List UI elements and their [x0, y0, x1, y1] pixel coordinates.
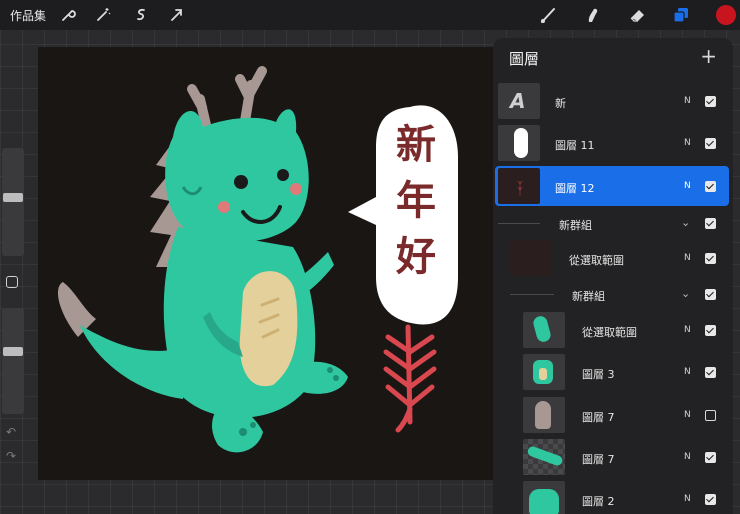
- blend-mode[interactable]: N: [684, 410, 691, 420]
- layer-name: 從選取範圍: [582, 326, 637, 339]
- wrench-icon[interactable]: [58, 5, 78, 25]
- eraser-icon[interactable]: [627, 5, 647, 25]
- modify-button[interactable]: [6, 276, 18, 288]
- layer-thumbnail: [498, 125, 540, 161]
- visibility-checkbox[interactable]: [705, 494, 716, 505]
- undo-icon[interactable]: ↶: [6, 425, 16, 439]
- firecracker: [383, 324, 437, 433]
- greeting-char-3: 好: [396, 234, 436, 280]
- group-name: 新群組: [572, 290, 605, 303]
- layer-group-row[interactable]: 新群組 ⌄: [493, 281, 733, 309]
- dragon-tail-tip: [58, 282, 96, 337]
- layers-panel-title: 圖層: [509, 50, 540, 68]
- dragon-eye-right: [277, 169, 289, 181]
- transform-arrow-icon[interactable]: [167, 5, 187, 25]
- layer-thumbnail: [523, 481, 565, 514]
- layer-name: 圖層 7: [582, 453, 615, 466]
- magic-wand-icon[interactable]: [93, 5, 113, 25]
- visibility-checkbox[interactable]: [705, 289, 716, 300]
- layer-row[interactable]: 圖層 2 N: [493, 480, 733, 514]
- layer-name: 從選取範圍: [569, 254, 624, 267]
- dragon-antlers: [187, 66, 267, 130]
- layer-row[interactable]: 圖層 7 N: [493, 396, 733, 434]
- color-swatch[interactable]: [716, 5, 736, 25]
- visibility-checkbox[interactable]: [705, 96, 716, 107]
- blend-mode[interactable]: N: [684, 494, 691, 504]
- layer-thumbnail: [523, 312, 565, 348]
- layer-row[interactable]: 圖層 3 N: [493, 353, 733, 391]
- greeting-char-2: 年: [396, 178, 436, 224]
- layers-panel: 圖層 + A 新 N 圖層 11 N ᛉᛉ 圖層 12 N 新群組 ⌄ 從選取範…: [493, 38, 733, 514]
- layer-thumbnail: [523, 397, 565, 433]
- layer-name: 圖層 7: [582, 411, 615, 424]
- layer-thumbnail: [510, 240, 552, 276]
- add-layer-plus-icon[interactable]: +: [700, 46, 717, 66]
- opacity-thumb[interactable]: [3, 347, 23, 356]
- top-toolbar: 作品集: [0, 0, 740, 30]
- layer-thumbnail: ᛉᛉ: [498, 168, 540, 204]
- layer-group-row[interactable]: 新群組 ⌄: [493, 210, 733, 238]
- brush-size-thumb[interactable]: [3, 193, 23, 202]
- layer-name: 圖層 11: [555, 139, 595, 152]
- blend-mode[interactable]: N: [684, 367, 691, 377]
- blend-mode[interactable]: N: [684, 325, 691, 335]
- gallery-button[interactable]: 作品集: [10, 7, 46, 24]
- visibility-checkbox[interactable]: [705, 253, 716, 264]
- drawing-canvas[interactable]: 新 年 好: [38, 47, 493, 480]
- blend-mode[interactable]: N: [684, 96, 691, 106]
- visibility-checkbox[interactable]: [705, 138, 716, 149]
- visibility-checkbox[interactable]: [705, 452, 716, 463]
- visibility-checkbox[interactable]: [705, 181, 716, 192]
- dragon-eye-left: [234, 175, 248, 189]
- layer-thumbnail: [523, 439, 565, 475]
- layer-name: 新: [555, 97, 566, 110]
- layer-row[interactable]: 圖層 11 N: [493, 124, 733, 162]
- layer-name: 圖層 2: [582, 495, 615, 508]
- chevron-down-icon[interactable]: ⌄: [681, 287, 690, 300]
- layers-icon[interactable]: [671, 5, 691, 25]
- chevron-down-icon[interactable]: ⌄: [681, 216, 690, 229]
- visibility-checkbox[interactable]: [705, 367, 716, 378]
- redo-icon[interactable]: ↷: [6, 449, 16, 463]
- left-sidebar: ↶ ↷: [2, 148, 24, 470]
- layer-row[interactable]: 圖層 7 N: [493, 438, 733, 476]
- group-name: 新群組: [559, 219, 592, 232]
- layer-row[interactable]: 從選取範圍 N: [493, 239, 733, 277]
- visibility-checkbox[interactable]: [705, 218, 716, 229]
- layer-row-selected[interactable]: ᛉᛉ 圖層 12 N: [495, 166, 729, 206]
- layer-thumbnail: [523, 354, 565, 390]
- greeting-char-1: 新: [396, 122, 436, 168]
- layer-thumbnail: A: [498, 83, 540, 119]
- layer-row[interactable]: A 新 N: [493, 82, 733, 120]
- text-layer-icon: A: [510, 89, 526, 113]
- layer-name: 圖層 3: [582, 368, 615, 381]
- layer-name: 圖層 12: [555, 182, 595, 195]
- blend-mode[interactable]: N: [684, 253, 691, 263]
- blend-mode[interactable]: N: [684, 138, 691, 148]
- visibility-checkbox[interactable]: [705, 325, 716, 336]
- brush-size-slider[interactable]: [2, 148, 24, 256]
- brush-icon[interactable]: [539, 5, 559, 25]
- greeting-text: 新 年 好: [383, 117, 449, 285]
- smudge-icon[interactable]: [583, 5, 603, 25]
- blend-mode[interactable]: N: [684, 452, 691, 462]
- selection-icon[interactable]: [131, 5, 151, 25]
- opacity-slider[interactable]: [2, 308, 24, 414]
- blend-mode[interactable]: N: [684, 181, 691, 191]
- layer-row[interactable]: 從選取範圍 N: [493, 311, 733, 349]
- visibility-checkbox[interactable]: [705, 410, 716, 421]
